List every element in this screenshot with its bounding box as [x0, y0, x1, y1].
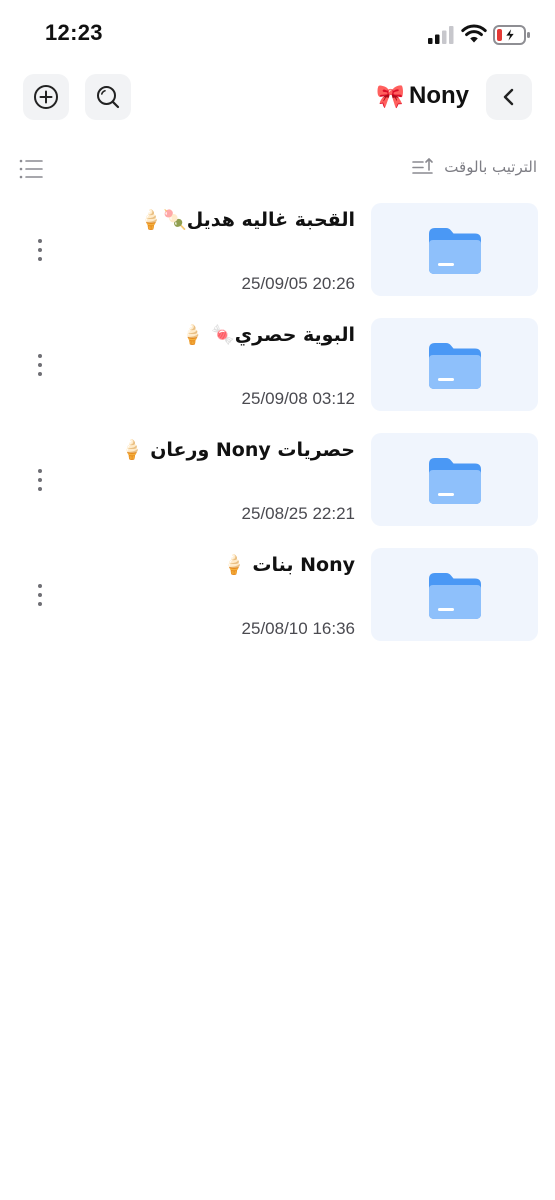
- list-item[interactable]: القحبة غاليه هديل🍡🍦 25/09/05 20:26: [0, 200, 555, 315]
- status-time: 12:23: [45, 20, 103, 45]
- list-view-icon[interactable]: [18, 157, 44, 181]
- more-dot: [38, 469, 42, 473]
- file-list: القحبة غاليه هديل🍡🍦 25/09/05 20:26 البوي…: [0, 200, 555, 660]
- item-title: البوية حصري🍬 🍦: [180, 324, 355, 346]
- more-dot: [38, 363, 42, 367]
- more-options-button[interactable]: [26, 349, 54, 381]
- folder-thumbnail[interactable]: [371, 203, 538, 296]
- sort-ascending-icon: [412, 158, 434, 174]
- search-icon: [97, 86, 120, 109]
- more-dot: [38, 487, 42, 491]
- list-item[interactable]: Nony بنات 🍦 25/08/10 16:36: [0, 545, 555, 660]
- more-dot: [38, 257, 42, 261]
- more-dot: [38, 372, 42, 376]
- sort-label: الترتيب بالوقت: [444, 158, 537, 176]
- ribbon-icon: 🎀: [376, 82, 405, 109]
- sort-row: الترتيب بالوقت: [0, 152, 555, 188]
- item-title: Nony بنات 🍦: [222, 554, 355, 576]
- item-date: 25/08/10 16:36: [241, 619, 355, 638]
- folder-thumbnail[interactable]: [371, 433, 538, 526]
- status-bar: 12:23: [0, 0, 555, 70]
- back-button[interactable]: [486, 74, 532, 120]
- item-date: 25/09/05 20:26: [241, 274, 355, 293]
- add-icon: [34, 85, 58, 109]
- folder-icon: [428, 457, 481, 504]
- folder-thumbnail[interactable]: [371, 318, 538, 411]
- item-date: 25/09/08 03:12: [241, 389, 355, 408]
- more-dot: [38, 584, 42, 588]
- more-dot: [38, 593, 42, 597]
- more-dot: [38, 248, 42, 252]
- signal-icon: [428, 26, 454, 44]
- item-date: 25/08/25 22:21: [241, 504, 355, 523]
- page-title: 🎀 Nony: [376, 82, 469, 110]
- more-dot: [38, 354, 42, 358]
- item-title: القحبة غاليه هديل🍡🍦: [139, 209, 355, 231]
- more-dot: [38, 602, 42, 606]
- sort-control[interactable]: الترتيب بالوقت: [412, 157, 537, 177]
- more-options-button[interactable]: [26, 464, 54, 496]
- battery-charging-icon: [493, 25, 530, 45]
- search-button[interactable]: [85, 74, 131, 120]
- item-title: حصريات Nony ورعان 🍦: [119, 439, 355, 461]
- list-item[interactable]: حصريات Nony ورعان 🍦 25/08/25 22:21: [0, 430, 555, 545]
- page-title-text: Nony: [409, 82, 469, 109]
- list-item[interactable]: البوية حصري🍬 🍦 25/09/08 03:12: [0, 315, 555, 430]
- folder-icon: [428, 572, 481, 619]
- folder-thumbnail[interactable]: [371, 548, 538, 641]
- more-dot: [38, 239, 42, 243]
- wifi-icon: [461, 24, 487, 43]
- more-options-button[interactable]: [26, 579, 54, 611]
- add-button[interactable]: [23, 74, 69, 120]
- header: 🎀 Nony: [0, 74, 555, 124]
- back-icon: [503, 88, 514, 106]
- folder-icon: [428, 342, 481, 389]
- more-dot: [38, 478, 42, 482]
- folder-icon: [428, 227, 481, 274]
- more-options-button[interactable]: [26, 234, 54, 266]
